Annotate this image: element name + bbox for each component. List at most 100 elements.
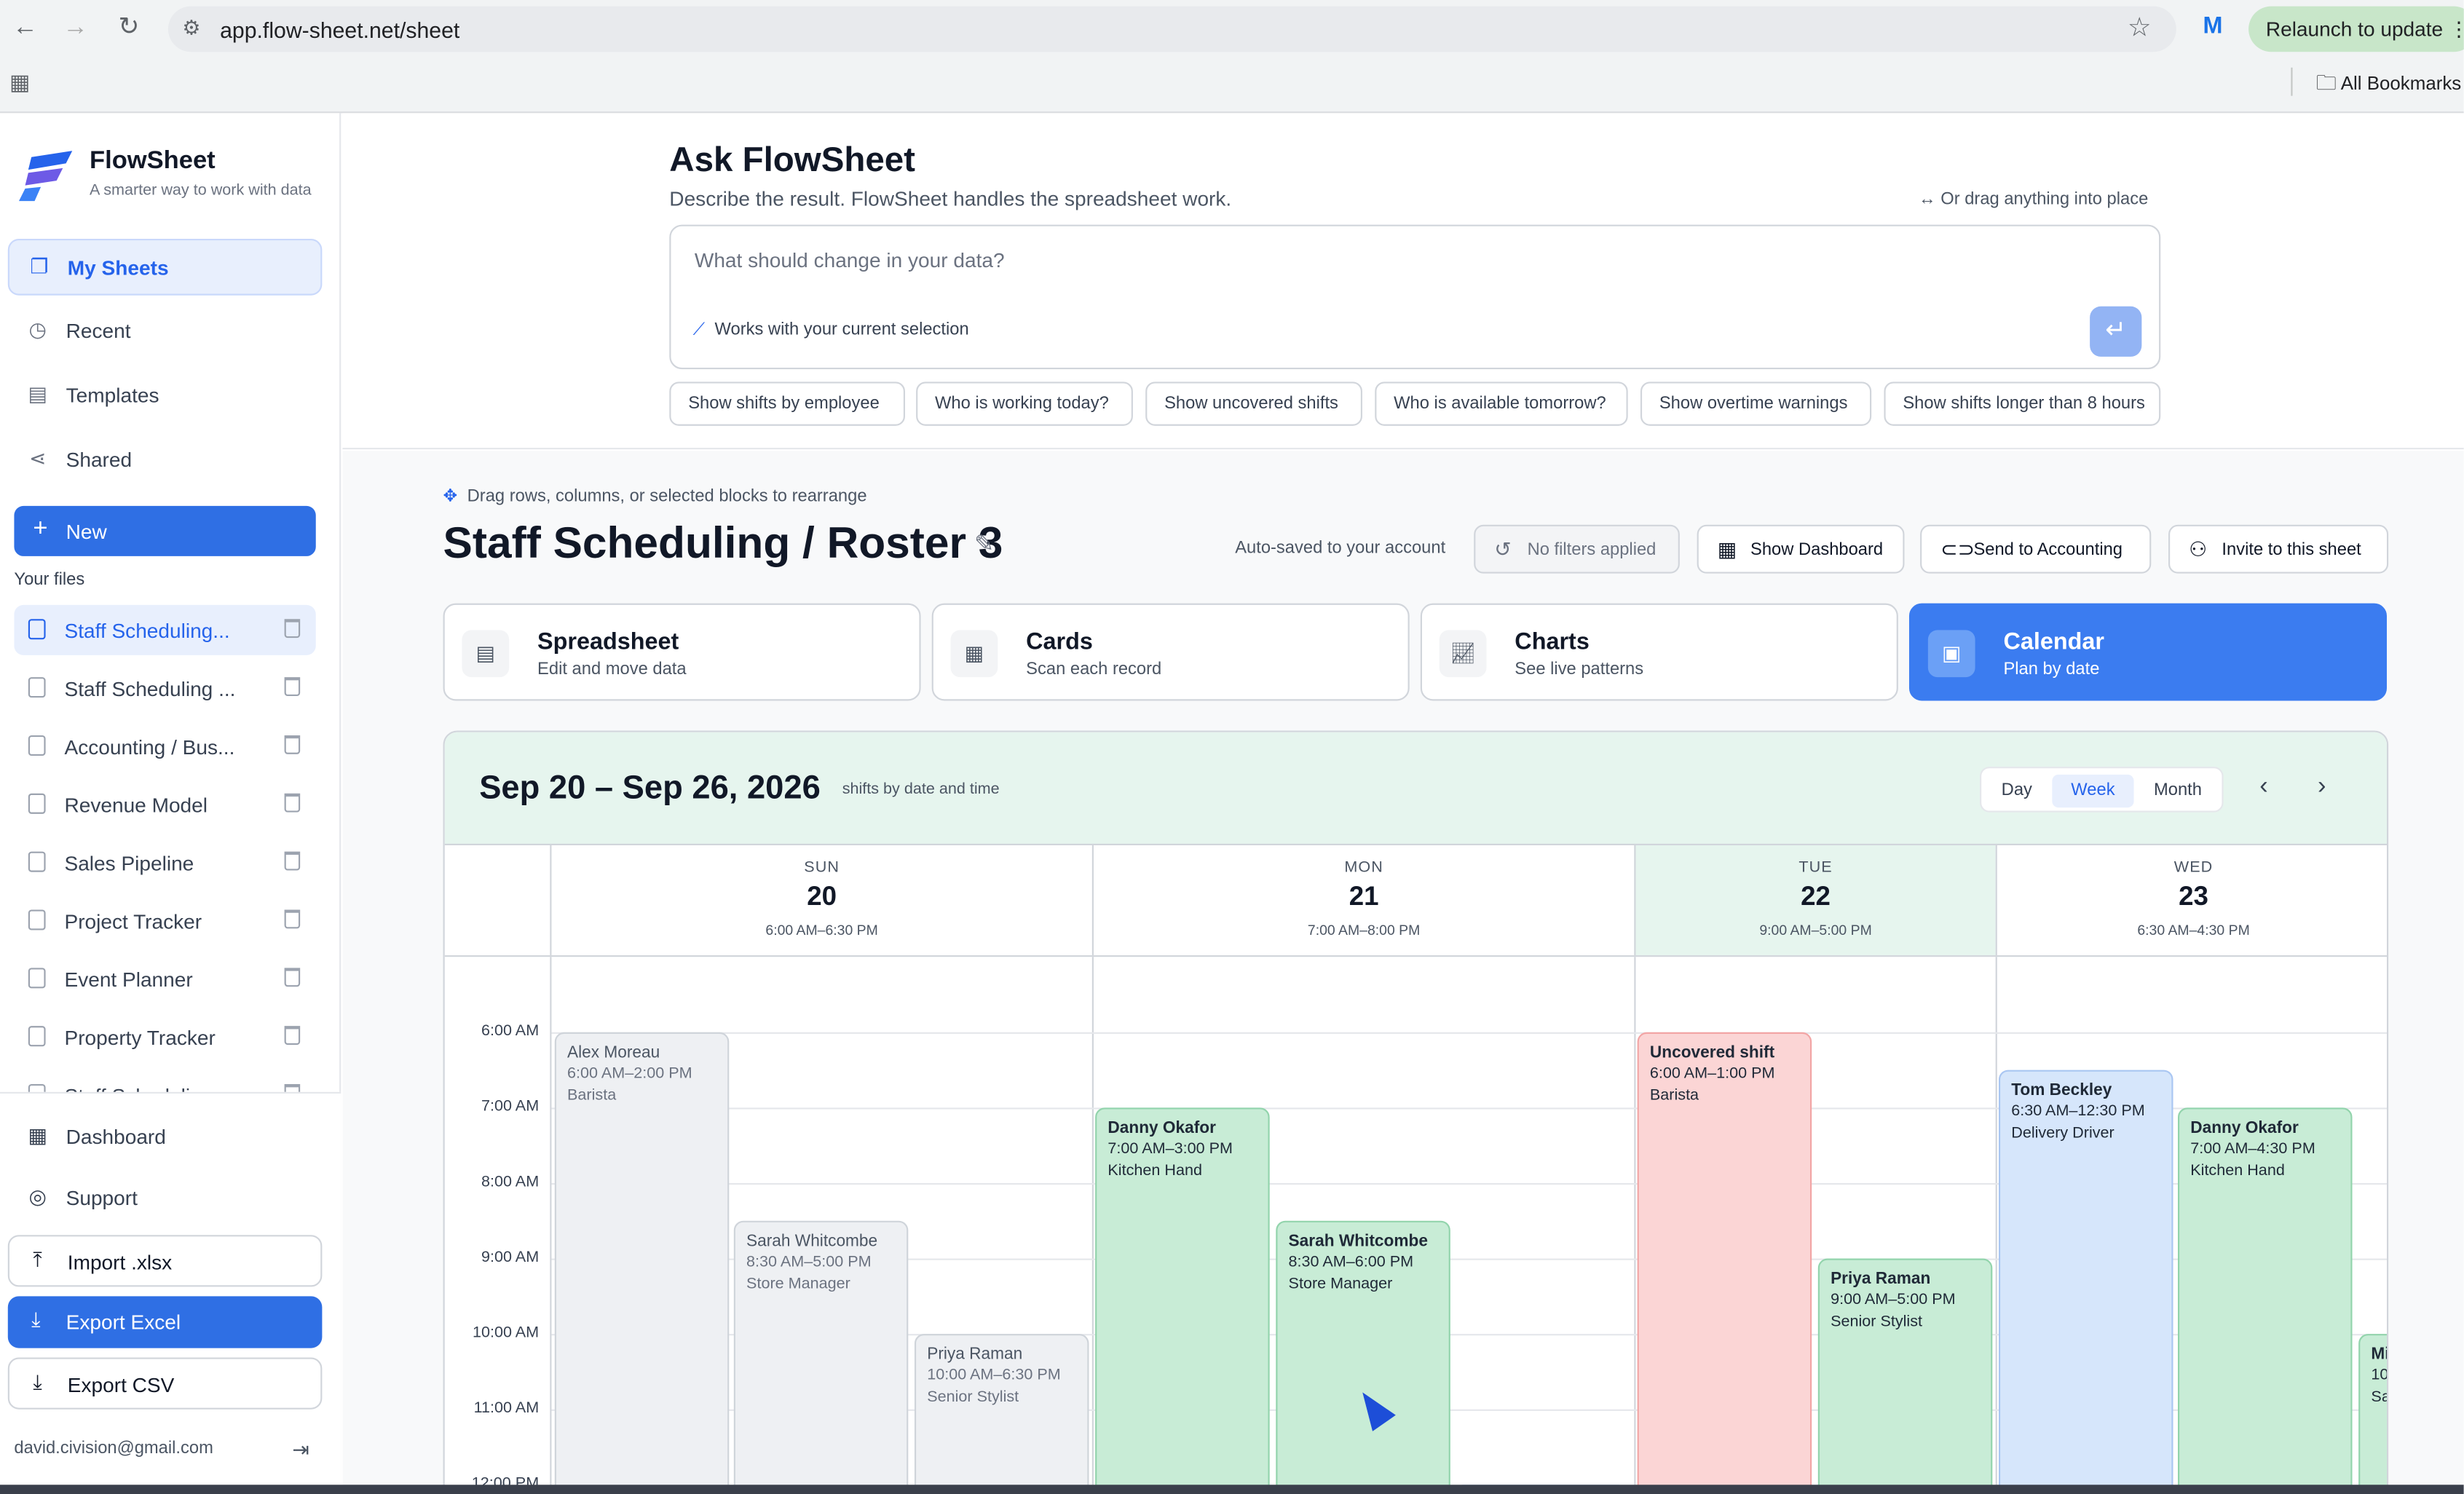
- filters-button[interactable]: ↺ No filters applied: [1474, 524, 1680, 574]
- sidebar-footer: ▦ Dashboard ◎ Support ⤒ Import .xlsx ⤓ E…: [0, 1091, 341, 1494]
- file-icon: [28, 677, 46, 698]
- suggestion-chip[interactable]: Show uncovered shifts: [1145, 382, 1362, 426]
- download-icon: ⤓: [33, 1370, 42, 1394]
- shift-time: 9:00 AM–5:00 PM: [1831, 1291, 1956, 1309]
- file-icon: [28, 851, 46, 872]
- view-cards[interactable]: ▦ Cards Scan each record: [931, 603, 1410, 701]
- trash-icon[interactable]: [284, 677, 301, 696]
- clock-icon: ◷: [28, 317, 47, 341]
- uncovered-shift-event[interactable]: Uncovered shift 6:00 AM–1:00 PM Barista: [1637, 1032, 1812, 1494]
- file-item[interactable]: Event Planner: [14, 954, 315, 1004]
- show-dashboard-button[interactable]: ▦ Show Dashboard: [1697, 524, 1905, 574]
- shift-event[interactable]: Danny Okafor 7:00 AM–3:00 PM Kitchen Han…: [1095, 1107, 1270, 1494]
- suggestion-chip[interactable]: Who is working today?: [916, 382, 1133, 426]
- url-text: app.flow-sheet.net/sheet: [220, 17, 460, 43]
- trash-icon[interactable]: [284, 909, 301, 929]
- shift-event[interactable]: Sarah Whitcombe 8:30 AM–6:00 PM Store Ma…: [1276, 1220, 1450, 1494]
- export-excel-button[interactable]: ⤓ Export Excel: [7, 1296, 323, 1348]
- trash-icon[interactable]: [284, 793, 301, 813]
- mode-day[interactable]: Day: [1988, 775, 2046, 807]
- mode-month[interactable]: Month: [2140, 775, 2216, 807]
- shift-event[interactable]: Tom Beckley 6:30 AM–12:30 PM Delivery Dr…: [1998, 1070, 2173, 1494]
- nav-templates[interactable]: ▤ Templates: [8, 368, 323, 424]
- back-icon[interactable]: ←: [9, 12, 41, 44]
- view-charts[interactable]: 📈︎ Charts See live patterns: [1420, 603, 1898, 701]
- reload-icon[interactable]: ↻: [113, 12, 144, 44]
- nav-label: Support: [66, 1186, 138, 1210]
- nav-label: Templates: [66, 383, 159, 407]
- mode-week[interactable]: Week: [2052, 774, 2134, 808]
- shift-role: Kitchen Hand: [1107, 1162, 1202, 1180]
- trash-icon[interactable]: [284, 619, 301, 639]
- shift-role: Delivery Driver: [2011, 1125, 2114, 1142]
- view-calendar[interactable]: ▣ Calendar Plan by date: [1908, 603, 2388, 701]
- shift-event[interactable]: Priya Raman 10:00 AM–6:30 PM Senior Styl…: [914, 1334, 1089, 1494]
- star-icon[interactable]: ☆: [2128, 12, 2152, 44]
- hour-label: 6:00 AM: [481, 1022, 540, 1040]
- import-xlsx-button[interactable]: ⤒ Import .xlsx: [7, 1235, 323, 1287]
- nav-recent[interactable]: ◷ Recent: [8, 303, 323, 360]
- view-title: Spreadsheet: [537, 628, 679, 655]
- file-item[interactable]: Staff Scheduling ...: [14, 663, 315, 714]
- file-item[interactable]: Staff Scheduling...: [14, 604, 316, 655]
- shift-event[interactable]: Danny Okafor 7:00 AM–4:30 PM Kitchen Han…: [2177, 1107, 2353, 1494]
- shift-time: 7:00 AM–4:30 PM: [2190, 1140, 2315, 1158]
- nav-dashboard[interactable]: ▦ Dashboard: [8, 1110, 323, 1166]
- shift-employee: Danny Okafor: [1107, 1118, 1216, 1138]
- file-item[interactable]: Project Tracker: [14, 896, 315, 946]
- drag-hint-text: Or drag anything into place: [1940, 190, 2149, 210]
- reset-icon: ↺: [1494, 537, 1512, 561]
- shift-event[interactable]: Mi 10 Sa: [2358, 1334, 2388, 1494]
- forward-icon[interactable]: →: [60, 12, 91, 44]
- shift-event[interactable]: Priya Raman 9:00 AM–5:00 PM Senior Styli…: [1817, 1258, 1993, 1494]
- invite-button[interactable]: ⚇ Invite to this sheet: [2168, 524, 2389, 574]
- relaunch-button[interactable]: Relaunch to update ⋮: [2248, 6, 2464, 52]
- file-item[interactable]: Accounting / Bus...: [14, 722, 315, 772]
- file-name: Accounting / Bus...: [64, 735, 235, 759]
- suggestion-chip[interactable]: Show shifts longer than 8 hours: [1884, 382, 2161, 426]
- prev-week-icon[interactable]: ‹: [2259, 773, 2267, 802]
- suggestion-chip[interactable]: Who is available tomorrow?: [1375, 382, 1628, 426]
- file-item[interactable]: Revenue Model: [14, 779, 315, 829]
- trash-icon[interactable]: [284, 968, 301, 987]
- selection-note: ⟋ Works with your current selection: [693, 320, 969, 341]
- download-icon: ⤓: [31, 1307, 41, 1331]
- file-item[interactable]: Property Tracker: [14, 1012, 315, 1062]
- apps-grid-icon[interactable]: ▦: [9, 69, 31, 96]
- new-button[interactable]: + New: [14, 505, 316, 556]
- shift-event[interactable]: Sarah Whitcombe 8:30 AM–5:00 PM Store Ma…: [733, 1220, 909, 1494]
- send-accounting-button[interactable]: ⊂⊃ Send to Accounting: [1920, 524, 2152, 574]
- suggestion-chip[interactable]: Show overtime warnings: [1640, 382, 1872, 426]
- file-name: Staff Scheduling...: [64, 619, 230, 643]
- trash-icon[interactable]: [284, 1026, 301, 1046]
- site-settings-icon[interactable]: ⚙: [182, 16, 200, 42]
- send-accounting-label: Send to Accounting: [1973, 540, 2123, 560]
- dashboard-icon: ▦: [1717, 537, 1737, 561]
- next-week-icon[interactable]: ›: [2318, 773, 2326, 802]
- day-name: WED: [2173, 859, 2214, 877]
- edit-title-icon[interactable]: ✎: [974, 529, 994, 558]
- suggestion-chip[interactable]: Show shifts by employee: [669, 382, 906, 426]
- shift-role: Store Manager: [1288, 1276, 1393, 1294]
- extension-icon[interactable]: M: [2203, 12, 2229, 41]
- logout-icon[interactable]: ⇥: [292, 1438, 309, 1463]
- address-bar[interactable]: ⚙ app.flow-sheet.net/sheet ☆: [167, 6, 2176, 52]
- all-bookmarks[interactable]: 🗀 All Bookmarks: [2316, 69, 2461, 103]
- shift-event[interactable]: Alex Moreau 6:00 AM–2:00 PM Barista: [554, 1032, 730, 1494]
- nav-my-sheets[interactable]: ❐ My Sheets: [7, 239, 323, 296]
- trash-icon[interactable]: [284, 851, 301, 871]
- export-csv-label: Export CSV: [67, 1373, 175, 1397]
- trash-icon[interactable]: [284, 735, 301, 754]
- send-button[interactable]: ↵: [2090, 306, 2142, 357]
- file-item[interactable]: Sales Pipeline: [14, 837, 315, 888]
- ask-input[interactable]: What should change in your data? ⟋ Works…: [669, 224, 2161, 370]
- user-email: david.civision@gmail.com: [14, 1439, 213, 1458]
- nav-shared[interactable]: ⋖ Shared: [8, 432, 323, 489]
- nav-support[interactable]: ◎ Support: [8, 1171, 323, 1228]
- move-icon: ✥: [443, 486, 458, 506]
- view-spreadsheet[interactable]: ▤ Spreadsheet Edit and move data: [443, 603, 921, 701]
- app-window: ← → ↻ ⚙ app.flow-sheet.net/sheet ☆ M Rel…: [0, 0, 2464, 1494]
- export-csv-button[interactable]: ⤓ Export CSV: [7, 1357, 323, 1410]
- shift-employee: Sarah Whitcombe: [746, 1231, 878, 1251]
- support-icon: ◎: [28, 1185, 47, 1209]
